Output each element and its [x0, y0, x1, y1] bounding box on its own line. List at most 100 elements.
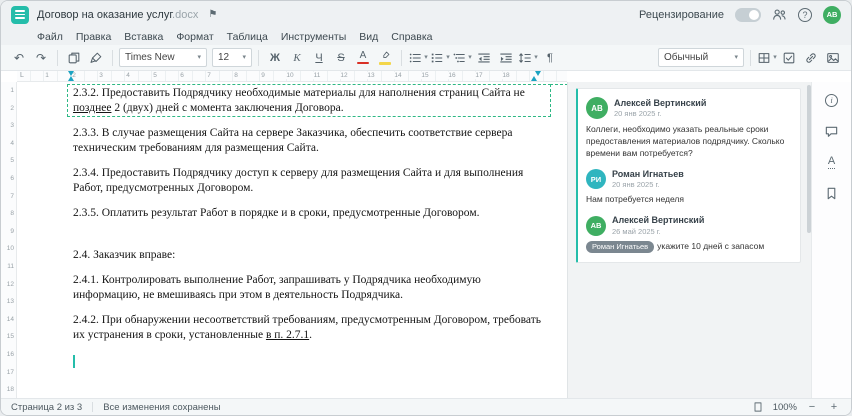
right-sidebar: i А: [811, 82, 851, 398]
ruler-number: 4: [10, 139, 14, 147]
ruler-number: 10: [285, 72, 295, 79]
mention-chip[interactable]: Роман Игнатьев: [586, 241, 655, 254]
menu-item-1[interactable]: Файл: [37, 31, 63, 43]
ruler-number: 5: [152, 72, 158, 79]
ruler-number: 3: [10, 122, 14, 130]
font-color-button[interactable]: А: [353, 48, 373, 68]
toggle-knob: [749, 9, 759, 20]
divider: [750, 49, 751, 66]
ruler-number: 17: [474, 72, 484, 79]
menu-item-6[interactable]: Инструменты: [281, 31, 346, 43]
zoom-in-button[interactable]: +: [827, 400, 841, 414]
text-cursor: [73, 355, 75, 368]
insert-image-button[interactable]: [823, 48, 843, 68]
collaboration-users-button[interactable]: [772, 7, 787, 22]
font-size-select[interactable]: 12 ▾: [212, 48, 252, 67]
text-run: .: [309, 329, 313, 341]
copy-icon: [67, 51, 81, 65]
reply-author-block: Роман Игнатьев 20 янв 2025 г.: [612, 169, 684, 190]
redo-button[interactable]: ↷: [31, 48, 51, 68]
insert-checkbox-button[interactable]: [779, 48, 799, 68]
reply-date: 20 янв 2025 г.: [612, 180, 660, 190]
document-text[interactable]: 2.3.2. Предоставить Подрядчику необходим…: [73, 86, 545, 353]
zoom-value[interactable]: 100%: [773, 402, 797, 413]
users-icon: [772, 7, 787, 22]
paragraph-marks-button[interactable]: ¶: [540, 48, 560, 68]
divider: [258, 49, 259, 66]
help-button[interactable]: ?: [798, 7, 812, 22]
tab-stop-selector[interactable]: L: [20, 72, 24, 79]
menu-item-7[interactable]: Вид: [359, 31, 378, 43]
info-icon: i: [825, 93, 838, 107]
strikethrough-button[interactable]: S: [331, 48, 351, 68]
line-spacing-button[interactable]: ▾: [518, 48, 538, 68]
ruler-number: 7: [206, 72, 212, 79]
reply-date: 26 май 2025 г.: [612, 227, 661, 237]
divider: [401, 49, 402, 66]
image-icon: [826, 51, 840, 65]
reply-text: Роман Игнатьев укажите 10 дней с запасом: [586, 241, 792, 254]
indent-icon: [499, 51, 513, 65]
menu-item-4[interactable]: Формат: [176, 31, 213, 43]
highlight-color-button[interactable]: [375, 48, 395, 68]
table-icon: [757, 51, 771, 65]
user-avatar[interactable]: АВ: [823, 5, 841, 24]
insert-link-button[interactable]: [801, 48, 821, 68]
zoom-controls: 100% − +: [751, 400, 841, 414]
numbered-list-button[interactable]: ▾: [430, 48, 450, 68]
comment-thread[interactable]: АВ Алексей Вертинский 20 янв 2025 г. Кол…: [576, 88, 801, 264]
paragraph-style-select[interactable]: Обычный ▾: [658, 48, 744, 67]
ruler-number: 15: [420, 72, 430, 79]
favorite-flag-icon[interactable]: ⚑: [208, 9, 217, 20]
undo-button[interactable]: ↶: [9, 48, 29, 68]
comment-author-avatar: АВ: [586, 97, 608, 119]
right-indent-marker[interactable]: [531, 76, 537, 81]
horizontal-ruler[interactable]: L 1 2 3 4 5 6 7 8 9 10 11 12 13 14 15 16 17 18: [17, 71, 567, 82]
font-family-select[interactable]: Times New ▾: [119, 48, 207, 67]
review-mode-toggle[interactable]: [735, 7, 761, 22]
decrease-indent-button[interactable]: [474, 48, 494, 68]
paragraph-2-4-2: 2.4.2. При обнаружении несоответствий тр…: [73, 313, 545, 343]
left-indent-marker[interactable]: [68, 76, 74, 81]
bookmarks-button[interactable]: [822, 184, 842, 202]
increase-indent-button[interactable]: [496, 48, 516, 68]
menu-item-5[interactable]: Таблица: [227, 31, 268, 43]
toolbar: ↶ ↷ Times New ▾ 12 ▾ Ж К Ч S А ▾ ▾ ▾ ▾ ¶ О…: [1, 45, 851, 71]
app-logo-icon[interactable]: [11, 5, 29, 24]
comment-reply[interactable]: АВ Алексей Вертинский 26 май 2025 г. Ром…: [586, 215, 792, 254]
ruler-number: 5: [10, 157, 14, 165]
format-painter-button[interactable]: [86, 48, 106, 68]
comments-button[interactable]: [822, 122, 842, 140]
ruler-number: 12: [6, 280, 14, 288]
zoom-out-button[interactable]: −: [805, 400, 819, 414]
reply-author-name: Роман Игнатьев: [612, 168, 684, 179]
italic-button[interactable]: К: [287, 48, 307, 68]
reply-author-avatar: РИ: [586, 169, 606, 190]
ruler-number: 16: [6, 351, 14, 358]
vertical-ruler[interactable]: 1 2 3 4 5 6 7 8 9 10 11 12 13 14 15 16 17 18: [1, 82, 17, 398]
copy-button[interactable]: [64, 48, 84, 68]
fit-page-button[interactable]: [751, 400, 765, 414]
comment-reply[interactable]: РИ Роман Игнатьев 20 янв 2025 г. Нам пот…: [586, 169, 792, 207]
comment-date: 20 янв 2025 г.: [614, 109, 662, 119]
menu-item-2[interactable]: Правка: [76, 31, 111, 43]
review-mode-label: Рецензирование: [639, 8, 724, 21]
document-canvas[interactable]: 2.3.2. Предоставить Подрядчику необходим…: [17, 82, 567, 398]
insert-table-button[interactable]: ▾: [757, 48, 777, 68]
page-indicator[interactable]: Страница 2 из 3: [11, 402, 82, 413]
bullet-list-button[interactable]: ▾: [408, 48, 428, 68]
about-button[interactable]: i: [822, 91, 842, 109]
chevron-down-icon: ▾: [734, 54, 738, 61]
document-editor-window: Договор на оказание услуг.docx ⚑ Рецензи…: [0, 0, 852, 416]
toolbar-right-group: Обычный ▾ ▾: [658, 48, 843, 68]
menu-item-3[interactable]: Вставка: [124, 31, 163, 43]
text-run-inserted: позднее: [73, 102, 112, 114]
underline-button[interactable]: Ч: [309, 48, 329, 68]
menu-item-8[interactable]: Справка: [391, 31, 432, 43]
multilevel-list-button[interactable]: ▾: [452, 48, 472, 68]
bold-button[interactable]: Ж: [265, 48, 285, 68]
spellcheck-button[interactable]: А: [822, 153, 842, 171]
ruler-number: 10: [6, 245, 14, 253]
paragraph-2-3-5: 2.3.5. Оплатить результат Работ в порядк…: [73, 206, 545, 221]
divider: [92, 402, 94, 412]
